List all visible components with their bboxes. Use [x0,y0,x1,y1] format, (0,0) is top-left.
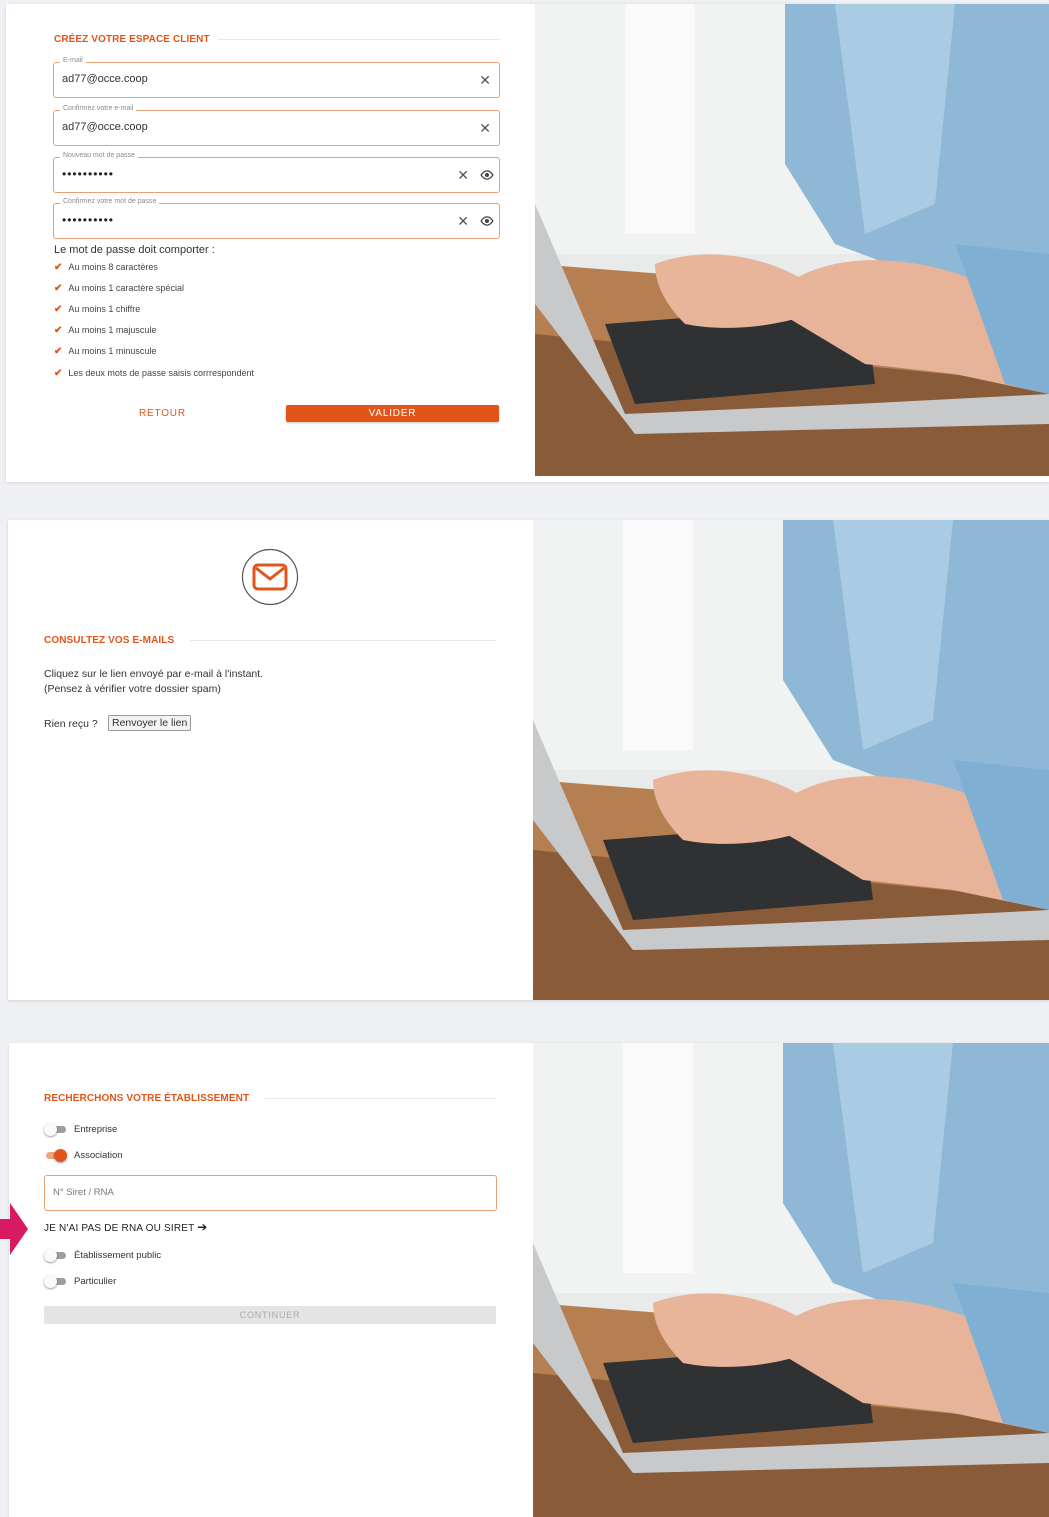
title-divider [218,39,500,40]
instruction-line-1: Cliquez sur le lien envoyé par e-mail à … [44,668,264,680]
no-rna-siret-link[interactable]: JE N'AI PAS DE RNA OU SIRET ➔ [44,1220,208,1234]
password-rule: ✔ Au moins 8 caractères [54,262,158,273]
signup-title: CRÉEZ VOTRE ESPACE CLIENT [54,34,210,45]
password-rule: ✔ Au moins 1 caractère spécial [54,283,184,294]
eye-icon[interactable] [480,168,494,182]
password-rule: ✔ Les deux mots de passe saisis corrrespo… [54,368,254,379]
clear-password-icon[interactable]: ✕ [457,168,469,182]
password-confirm-field[interactable]: Confirmez votre mot de passe •••••••••• … [53,198,500,239]
clear-email-confirm-icon[interactable]: ✕ [479,121,491,135]
not-received-label: Rien reçu ? [44,718,98,730]
toggle-entreprise[interactable] [44,1123,66,1136]
laptop-illustration [533,520,1049,1000]
password-rule: ✔ Au moins 1 chiffre [54,304,141,315]
email-confirm-field[interactable]: Confirmez votre e-mail ad77@occe.coop ✕ [53,105,500,146]
check-icon: ✔ [54,283,63,294]
toggle-association-label: Association [74,1150,123,1161]
email-field[interactable]: E-mail ad77@occe.coop ✕ [53,57,500,98]
check-email-title: CONSULTEZ VOS E-MAILS [44,635,175,646]
toggle-particulier-label: Particulier [74,1276,117,1287]
toggle-public-label: Établissement public [74,1250,162,1261]
title-divider [265,1098,496,1099]
pointer-arrow-icon [0,1203,28,1255]
toggle-public[interactable] [44,1249,66,1262]
laptop-photo [533,1043,1049,1517]
password-legend: Nouveau mot de passe [60,152,138,159]
validate-button[interactable]: VALIDER [286,405,499,422]
password-rules-title: Le mot de passe doit comporter : [54,244,215,256]
check-icon: ✔ [54,325,63,336]
check-icon: ✔ [54,262,63,273]
password-value: •••••••••• [62,167,115,181]
title-divider [190,640,496,641]
resend-link-button[interactable]: Renvoyer le lien [108,715,192,731]
toggle-entreprise-label: Entreprise [74,1124,118,1135]
siret-rna-input[interactable]: N° Siret / RNA [44,1175,497,1211]
email-confirm-legend: Confirmez votre e-mail [60,105,137,112]
eye-icon[interactable] [480,214,494,228]
back-button[interactable]: RETOUR [139,408,186,419]
continue-button[interactable]: CONTINUER [44,1306,496,1324]
siret-rna-placeholder: N° Siret / RNA [53,1187,114,1198]
password-confirm-legend: Confirmez votre mot de passe [60,198,160,205]
instruction-line-2: (Pensez à vérifier votre dossier spam) [44,683,221,695]
password-rule: ✔ Au moins 1 majuscule [54,325,157,336]
arrow-right-icon: ➔ [197,1220,208,1234]
laptop-photo [535,4,1049,476]
password-confirm-value: •••••••••• [62,213,115,227]
email-value: ad77@occe.coop [62,73,148,85]
email-confirm-value: ad77@occe.coop [62,121,148,133]
clear-email-icon[interactable]: ✕ [479,73,491,87]
password-field[interactable]: Nouveau mot de passe •••••••••• ✕ [53,152,500,193]
find-establishment-title: RECHERCHONS VOTRE ÉTABLISSEMENT [44,1093,250,1104]
laptop-photo [533,520,1049,1000]
toggle-association[interactable] [44,1149,67,1162]
check-icon: ✔ [54,368,63,379]
envelope-icon [241,548,299,606]
email-legend: E-mail [60,57,86,64]
laptop-illustration [535,4,1049,476]
clear-password-confirm-icon[interactable]: ✕ [457,214,469,228]
laptop-illustration [533,1043,1049,1517]
toggle-particulier[interactable] [44,1275,66,1288]
password-rule: ✔ Au moins 1 minuscule [54,346,157,357]
check-icon: ✔ [54,304,63,315]
check-icon: ✔ [54,346,63,357]
